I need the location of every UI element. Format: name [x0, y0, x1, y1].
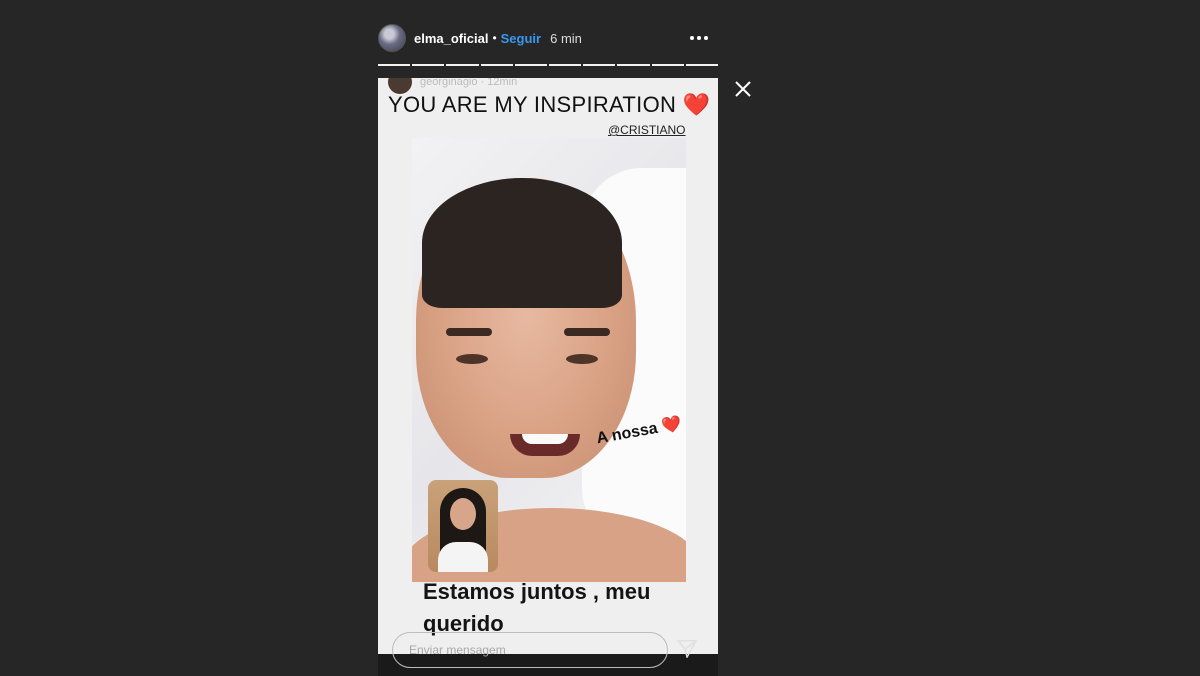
right-brow [564, 328, 610, 336]
story-headline: YOU ARE MY INSPIRATION ❤️ [388, 92, 711, 117]
progress-segment [514, 64, 548, 66]
left-eye [456, 354, 488, 364]
story-content[interactable]: georginagio · 12min YOU ARE MY INSPIRATI… [378, 78, 718, 676]
story-caption: Estamos juntos , meu querido [423, 579, 651, 636]
progress-segment [651, 64, 684, 66]
progress-segment [378, 64, 411, 66]
picture-in-picture-video [428, 480, 498, 572]
hair [422, 178, 622, 308]
progress-segment [412, 64, 445, 66]
left-brow [446, 328, 492, 336]
progress-segment [549, 64, 582, 66]
video-call-photo [412, 138, 686, 582]
send-icon [677, 640, 697, 658]
timestamp: 6 min [550, 30, 582, 46]
separator-dot: • [492, 31, 497, 45]
progress-segment [617, 64, 650, 66]
right-eye [566, 354, 598, 364]
story-progress-bar [378, 64, 719, 66]
progress-segment [446, 64, 479, 66]
avatar[interactable] [378, 24, 406, 52]
close-button[interactable] [734, 80, 752, 98]
inner-username: georginagio · 12min [420, 78, 518, 88]
story-header: elma_oficial • Seguir 6 min [378, 22, 718, 54]
teeth [522, 434, 568, 444]
more-options-button[interactable] [686, 32, 712, 44]
progress-segment [480, 64, 513, 66]
close-icon [735, 81, 751, 97]
username[interactable]: elma_oficial [414, 31, 488, 46]
send-button[interactable] [676, 638, 698, 660]
follow-button[interactable]: Seguir [501, 31, 541, 46]
progress-segment [583, 64, 616, 66]
progress-segment [685, 64, 719, 66]
mention-tag[interactable]: @CRISTIANO [608, 123, 686, 137]
reply-message-input[interactable] [392, 632, 668, 668]
more-horizontal-icon [690, 36, 694, 40]
